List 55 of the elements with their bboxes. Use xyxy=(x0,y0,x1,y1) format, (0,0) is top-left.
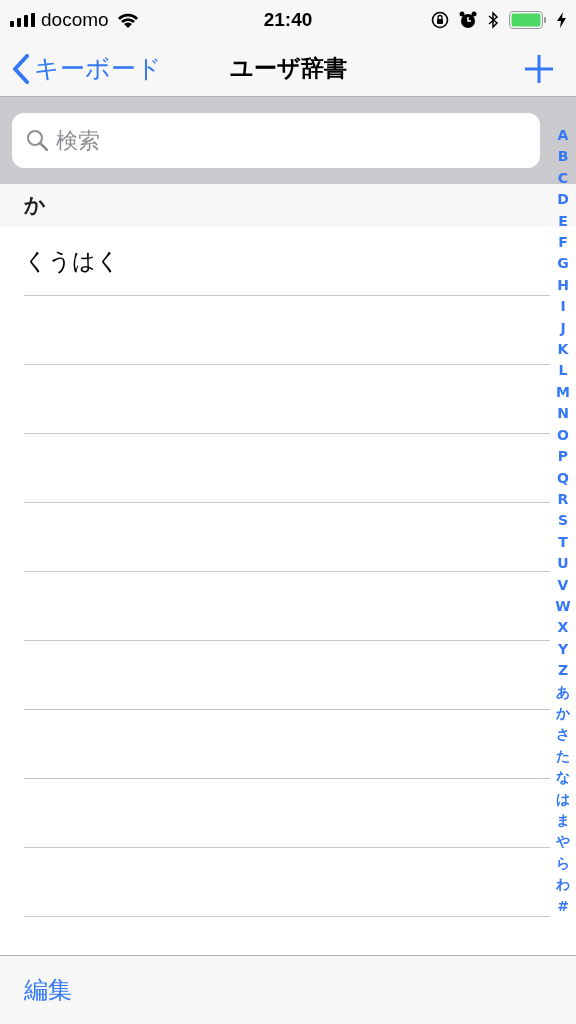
index-letter[interactable]: I xyxy=(560,296,566,318)
index-letter[interactable]: L xyxy=(558,360,568,382)
index-letter[interactable]: ま xyxy=(556,810,570,832)
index-letter[interactable]: J xyxy=(560,317,566,340)
index-letter[interactable]: G xyxy=(557,253,569,275)
rotation-lock-icon xyxy=(431,11,449,29)
index-letter[interactable]: あ xyxy=(556,681,570,703)
index-letter[interactable]: E xyxy=(558,210,568,233)
index-letter[interactable]: X xyxy=(557,617,569,639)
back-button[interactable]: キーボード xyxy=(0,49,162,88)
index-letter[interactable]: は xyxy=(556,788,570,810)
index-letter[interactable]: H xyxy=(557,274,569,297)
index-letter[interactable]: U xyxy=(557,553,569,575)
clock-time: 21:40 xyxy=(263,7,313,32)
index-letter[interactable]: Q xyxy=(557,467,569,489)
page-title: ユーザ辞書 xyxy=(229,54,347,84)
index-letter[interactable]: C xyxy=(557,167,569,190)
index-letter[interactable]: わ xyxy=(556,874,570,896)
section-header: か xyxy=(24,191,46,219)
index-letter[interactable]: さ xyxy=(556,724,570,746)
alarm-icon xyxy=(459,11,477,29)
index-letter[interactable]: D xyxy=(557,189,569,211)
wifi-icon xyxy=(116,12,139,28)
index-letter[interactable]: S xyxy=(557,510,569,532)
carrier-name: docomo xyxy=(41,7,109,32)
index-letter[interactable]: F xyxy=(558,232,568,254)
index-letter[interactable]: M xyxy=(556,381,570,404)
index-letter[interactable]: R xyxy=(557,488,569,511)
charging-icon xyxy=(557,12,566,28)
index-letter[interactable]: K xyxy=(557,339,569,361)
index-letter[interactable]: B xyxy=(557,146,569,168)
battery-icon xyxy=(509,11,547,29)
index-letter[interactable]: P xyxy=(557,446,569,468)
index-letter[interactable]: な xyxy=(556,767,570,789)
search-field[interactable]: 検索 xyxy=(12,113,540,168)
index-letter[interactable]: か xyxy=(556,702,570,725)
signal-icon xyxy=(10,13,36,27)
index-letter[interactable]: ら xyxy=(556,852,570,875)
search-icon xyxy=(26,129,48,151)
index-letter[interactable]: V xyxy=(557,574,569,596)
index-letter[interactable]: Y xyxy=(557,638,569,661)
edit-button[interactable]: 編集 xyxy=(24,972,72,1008)
index-letter[interactable]: た xyxy=(556,745,570,768)
index-letter[interactable]: A xyxy=(557,125,569,147)
index-letter[interactable]: や xyxy=(556,831,570,853)
index-letter[interactable]: Z xyxy=(557,660,569,682)
index-letter[interactable]: N xyxy=(557,403,569,425)
index-letter[interactable]: # xyxy=(557,895,569,918)
index-letter[interactable]: O xyxy=(557,424,569,447)
list-item[interactable]: くうはく xyxy=(24,243,120,279)
index-letter[interactable]: T xyxy=(558,531,568,554)
index-letter[interactable]: W xyxy=(555,595,571,618)
back-chevron-icon xyxy=(12,53,30,84)
bluetooth-icon xyxy=(487,11,499,29)
add-button[interactable] xyxy=(524,53,554,84)
